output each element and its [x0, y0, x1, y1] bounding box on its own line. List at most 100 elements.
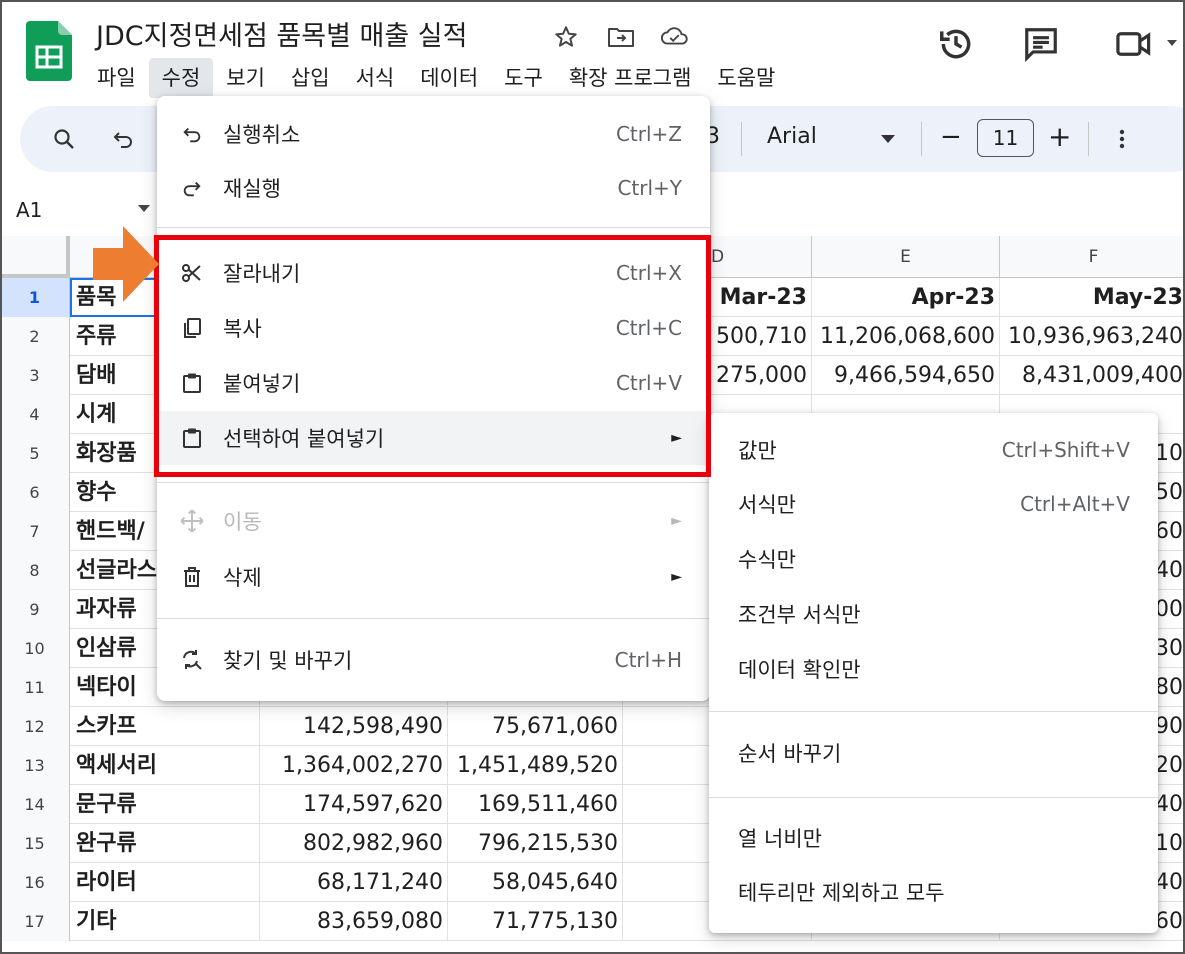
name-box[interactable]: A1: [16, 198, 42, 222]
menu-item-delete[interactable]: 삭제 ►: [157, 550, 710, 604]
menu-item-cut[interactable]: 잘라내기 Ctrl+X: [157, 246, 710, 300]
cell-c[interactable]: 1,451,489,520: [448, 746, 623, 785]
meet-video-icon[interactable]: [1112, 22, 1156, 66]
submenu-item-values-only[interactable]: 값만 Ctrl+Shift+V: [709, 423, 1158, 477]
menu-help[interactable]: 도움말: [704, 58, 788, 98]
cell-item-name[interactable]: 완구류: [70, 824, 260, 863]
submenu-item-all-except-borders[interactable]: 테두리만 제외하고 모두: [709, 865, 1158, 919]
undo-icon[interactable]: [105, 121, 141, 157]
submenu-item-formula-only[interactable]: 수식만: [709, 532, 1158, 586]
row-number[interactable]: 6: [0, 473, 70, 512]
select-all-corner[interactable]: [0, 236, 70, 278]
row-number[interactable]: 7: [0, 512, 70, 551]
cell-c[interactable]: 71,775,130: [448, 902, 623, 941]
menu-extensions[interactable]: 확장 프로그램: [556, 58, 705, 98]
menu-item-copy[interactable]: 복사 Ctrl+C: [157, 301, 710, 355]
row-number[interactable]: 11: [0, 668, 70, 707]
submenu-item-transpose[interactable]: 순서 바꾸기: [709, 726, 1158, 780]
move-folder-icon[interactable]: [606, 22, 636, 52]
row-number[interactable]: 17: [0, 902, 70, 941]
cell-item-name[interactable]: 스카프: [70, 707, 260, 746]
cell-item-name[interactable]: 문구류: [70, 785, 260, 824]
menu-item-label: 선택하여 붙여넣기: [223, 427, 385, 451]
menu-item-redo[interactable]: 재실행 Ctrl+Y: [157, 161, 710, 215]
font-size-input[interactable]: 11: [977, 119, 1034, 157]
submenu-item-data-validation-only[interactable]: 데이터 확인만: [709, 642, 1158, 696]
cell-b[interactable]: 802,982,960: [260, 824, 448, 863]
cell-e[interactable]: 9,466,594,650: [812, 356, 1000, 395]
cell-c[interactable]: 169,511,460: [448, 785, 623, 824]
row-number[interactable]: 15: [0, 824, 70, 863]
submenu-item-label: 조건부 서식만: [738, 603, 861, 627]
cell-b[interactable]: 142,598,490: [260, 707, 448, 746]
cell-b[interactable]: 83,659,080: [260, 902, 448, 941]
menu-item-undo[interactable]: 실행취소 Ctrl+Z: [157, 107, 710, 161]
row-number[interactable]: 4: [0, 395, 70, 434]
cell-f[interactable]: 8,431,009,400: [1000, 356, 1185, 395]
menu-file[interactable]: 파일: [84, 58, 149, 98]
column-header-f[interactable]: F: [1000, 236, 1185, 278]
cell-c[interactable]: 58,045,640: [448, 863, 623, 902]
cell-f[interactable]: May-23: [1000, 278, 1185, 317]
menu-item-paste[interactable]: 붙여넣기 Ctrl+V: [157, 356, 710, 410]
cell-b[interactable]: 68,171,240: [260, 863, 448, 902]
sheets-logo-icon[interactable]: [26, 21, 72, 81]
menu-item-find-replace[interactable]: 찾기 및 바꾸기 Ctrl+H: [157, 633, 710, 687]
toolbar-divider: [741, 122, 742, 156]
menu-tools[interactable]: 도구: [491, 58, 556, 98]
cell-b[interactable]: 1,364,002,270: [260, 746, 448, 785]
submenu-item-shortcut: Ctrl+Shift+V: [1001, 438, 1130, 462]
cell-e[interactable]: 11,206,068,600: [812, 317, 1000, 356]
row-number[interactable]: 3: [0, 356, 70, 395]
menu-edit[interactable]: 수정: [148, 58, 214, 98]
submenu-item-column-width-only[interactable]: 열 너비만: [709, 811, 1158, 865]
font-size-decrease-button[interactable]: −: [940, 122, 962, 152]
cell-f[interactable]: 10,936,963,240: [1000, 317, 1185, 356]
cell-item-name[interactable]: 기타: [70, 902, 260, 941]
row-number[interactable]: 5: [0, 434, 70, 473]
meet-dropdown-icon[interactable]: [1167, 40, 1177, 46]
cell-b[interactable]: 174,597,620: [260, 785, 448, 824]
star-icon[interactable]: [551, 22, 581, 52]
cell-item-name[interactable]: 라이터: [70, 863, 260, 902]
row-number[interactable]: 12: [0, 707, 70, 746]
font-family-select[interactable]: Arial: [767, 124, 817, 149]
menu-item-label: 실행취소: [223, 123, 301, 147]
menu-item-move[interactable]: 이동 ►: [157, 494, 710, 548]
font-size-increase-button[interactable]: +: [1048, 120, 1071, 153]
comments-icon[interactable]: [1019, 22, 1063, 66]
row-number[interactable]: 14: [0, 785, 70, 824]
cell-c[interactable]: 796,215,530: [448, 824, 623, 863]
scissors-icon: [177, 258, 207, 288]
menu-item-shortcut: Ctrl+C: [615, 316, 682, 340]
menu-insert[interactable]: 삽입: [278, 58, 343, 98]
submenu-item-conditional-format-only[interactable]: 조건부 서식만: [709, 587, 1158, 641]
menu-view[interactable]: 보기: [213, 58, 278, 98]
menu-item-paste-special[interactable]: 선택하여 붙여넣기 ►: [157, 411, 710, 465]
menu-item-shortcut: Ctrl+Y: [617, 176, 682, 200]
font-dropdown-icon[interactable]: [881, 135, 895, 143]
paste-special-submenu: 값만 Ctrl+Shift+V 서식만 Ctrl+Alt+V 수식만 조건부 서…: [709, 413, 1158, 933]
row-number[interactable]: 13: [0, 746, 70, 785]
move-arrows-icon: [177, 506, 207, 536]
row-number[interactable]: 2: [0, 317, 70, 356]
row-number[interactable]: 10: [0, 629, 70, 668]
name-box-dropdown-icon[interactable]: [138, 205, 150, 212]
row-number[interactable]: 8: [0, 551, 70, 590]
version-history-icon[interactable]: [934, 22, 978, 66]
cell-c[interactable]: 75,671,060: [448, 707, 623, 746]
cell-item-name[interactable]: 액세서리: [70, 746, 260, 785]
menu-format[interactable]: 서식: [343, 58, 408, 98]
column-header-e[interactable]: E: [812, 236, 1000, 278]
more-options-icon[interactable]: [1104, 121, 1140, 157]
search-menus-icon[interactable]: [46, 121, 82, 157]
submenu-item-format-only[interactable]: 서식만 Ctrl+Alt+V: [709, 477, 1158, 531]
menu-data[interactable]: 데이터: [407, 58, 491, 98]
cloud-saved-icon[interactable]: [660, 22, 690, 52]
document-title[interactable]: JDC지정면세점 품목별 매출 실적: [96, 14, 467, 53]
cell-e[interactable]: Apr-23: [812, 278, 1000, 317]
row-number[interactable]: 16: [0, 863, 70, 902]
row-number[interactable]: 1: [0, 278, 70, 317]
clipboard-icon: [177, 368, 207, 398]
row-number[interactable]: 9: [0, 590, 70, 629]
